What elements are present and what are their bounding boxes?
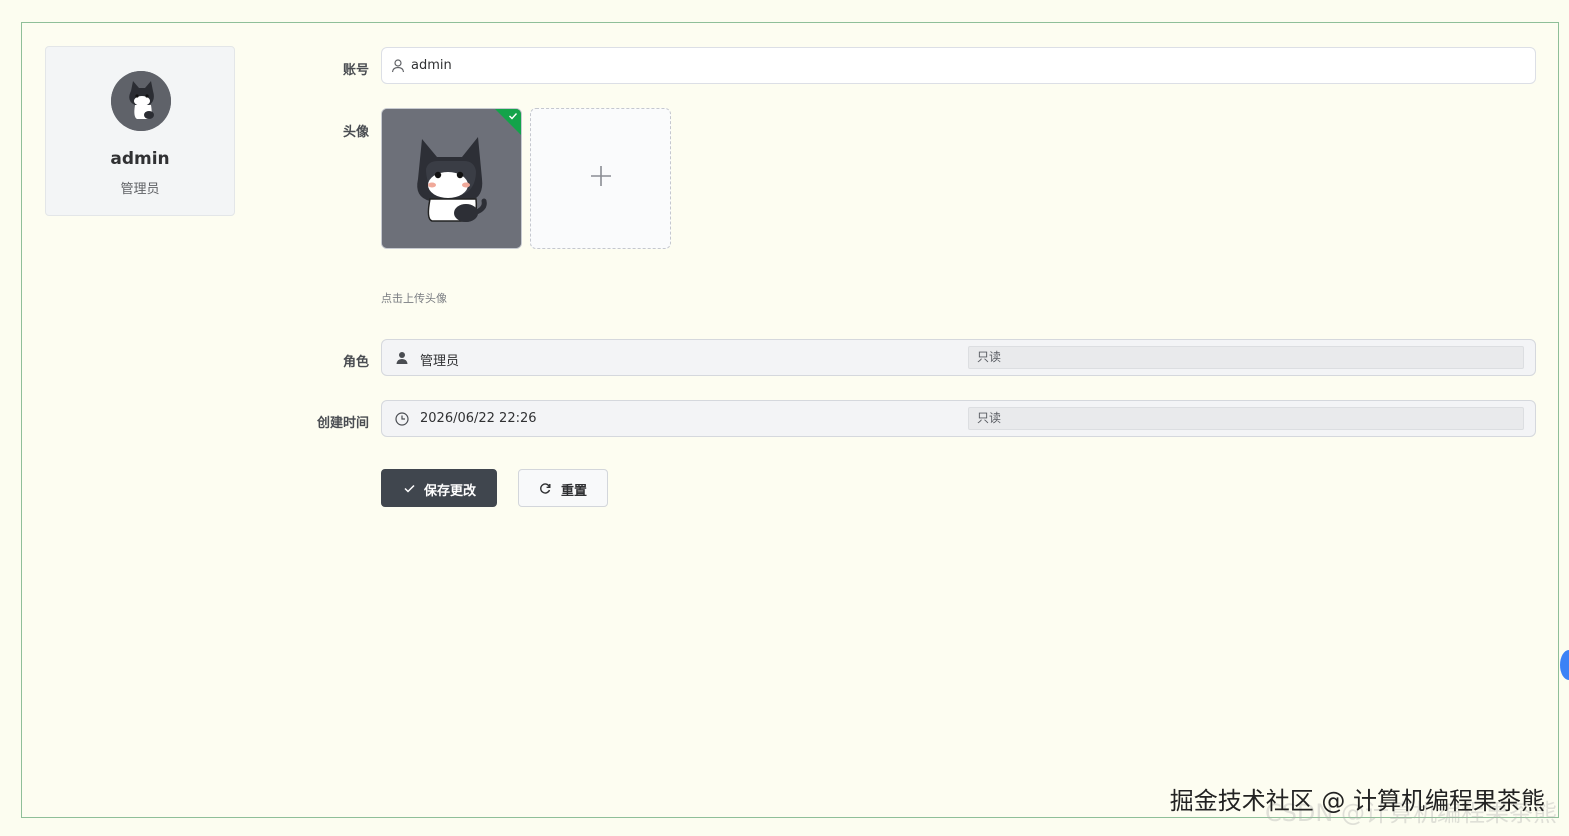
- avatar-upload-button[interactable]: [530, 108, 671, 249]
- created-time-label: 创建时间: [316, 416, 369, 431]
- profile-card: admin 管理员: [45, 46, 235, 216]
- save-changes-button[interactable]: 保存更改: [381, 469, 497, 507]
- role-value: 管理员: [420, 354, 460, 369]
- avatar-label: 头像: [342, 125, 369, 140]
- avatar-thumbnail[interactable]: [381, 108, 522, 249]
- role-input: 管理员 只读: [381, 339, 1536, 376]
- created-readonly-tag: 只读: [968, 407, 1524, 430]
- save-button-label: 保存更改: [424, 484, 477, 499]
- watermark-juejin: 掘金技术社区 @ 计算机编程果茶熊: [1169, 787, 1545, 815]
- profile-role: 管理员: [120, 182, 160, 197]
- role-readonly-tag: 只读: [968, 346, 1524, 369]
- check-icon: [404, 484, 415, 493]
- reset-button[interactable]: 重置: [518, 469, 608, 507]
- created-time-value: 2026/06/22 22:26: [420, 411, 537, 426]
- user-solid-icon: [396, 352, 408, 364]
- account-value: admin: [411, 58, 452, 73]
- role-label: 角色: [342, 355, 369, 370]
- plus-icon: [591, 166, 611, 186]
- profile-avatar: [111, 71, 171, 131]
- created-time-input: 2026/06/22 22:26 只读: [381, 400, 1536, 437]
- cat-avatar-icon: [111, 71, 171, 131]
- refresh-icon: [540, 483, 551, 494]
- user-icon: [391, 59, 405, 73]
- reset-button-label: 重置: [561, 484, 588, 499]
- profile-name: admin: [110, 149, 170, 169]
- account-input[interactable]: admin: [381, 47, 1536, 84]
- account-label: 账号: [342, 63, 369, 78]
- clock-icon: [395, 412, 409, 426]
- floating-assist-button[interactable]: [1560, 650, 1569, 680]
- upload-hint: 点击上传头像: [381, 292, 447, 305]
- check-icon: [509, 113, 518, 120]
